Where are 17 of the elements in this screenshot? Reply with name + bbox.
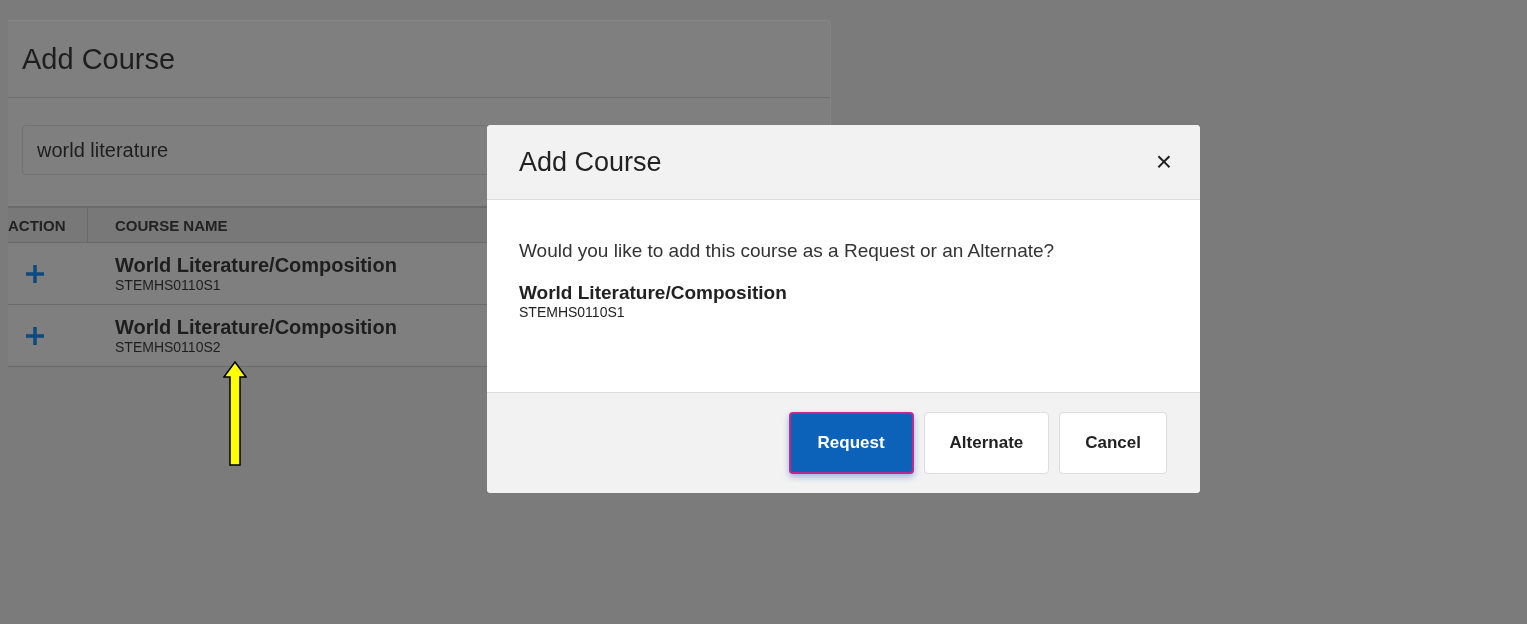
dialog-button[interactable]: Cancel — [1059, 412, 1167, 474]
column-header: ACTION — [8, 208, 88, 242]
course-code: STEMHS0110S2 — [115, 339, 222, 355]
add-icon[interactable] — [25, 263, 45, 284]
course-name: World Literature/Composition — [519, 282, 788, 304]
dialog-title: Add Course — [519, 146, 662, 178]
course-code: STEMHS0110S1 — [115, 277, 222, 293]
course-name: World Literature/Composition — [115, 254, 397, 277]
column-header: COURSE NAME — [114, 216, 228, 234]
dialog-button[interactable]: Alternate — [923, 412, 1050, 474]
page-title: Add Course — [22, 42, 176, 76]
course-name: World Literature/Composition — [115, 316, 397, 339]
add-icon[interactable] — [25, 325, 45, 346]
dialog-button[interactable]: Request — [788, 412, 914, 474]
close-button[interactable]: × — [1149, 146, 1178, 178]
course-code: STEMHS0110S1 — [519, 304, 626, 320]
dialog-message: Would you like to add this course as a Request or an Alternate? — [519, 240, 1056, 262]
